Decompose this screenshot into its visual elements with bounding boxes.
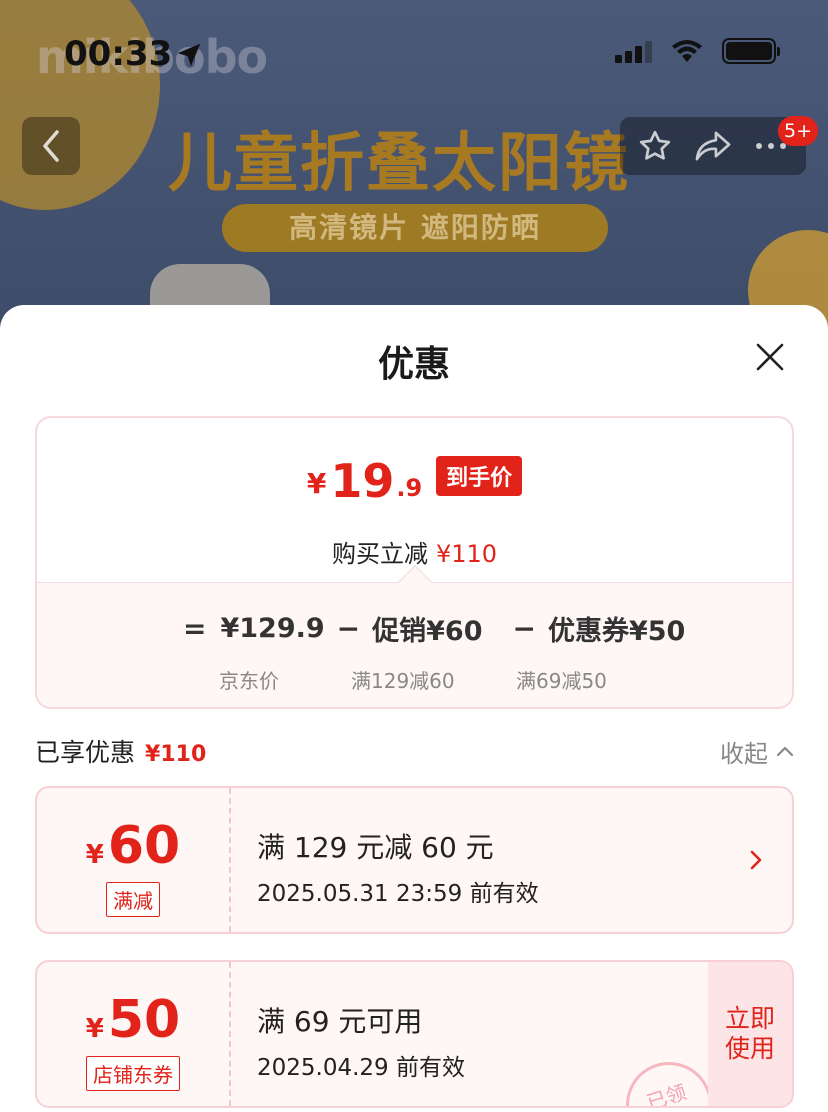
collapse-toggle[interactable]: 收起 <box>720 734 794 769</box>
promo-amount: 促销¥60 <box>372 616 483 647</box>
coupon-rule: 满 129 元减 60 元 <box>257 831 494 864</box>
sheet-title: 优惠 <box>377 344 450 385</box>
notification-badge: 5+ <box>777 116 818 146</box>
chevron-right-icon[interactable] <box>746 848 766 872</box>
discount-sheet: 优惠 ¥ 19 .9 到手价 购买立减 ¥110 = ¥129.9 − 促销¥60… <box>0 305 828 1112</box>
favorite-button[interactable] <box>633 124 677 168</box>
price-formula: = ¥129.9 − 促销¥60 − 优惠券¥50 <box>37 609 792 648</box>
saving-amount: ¥110 <box>435 540 498 568</box>
coupon-amount: 优惠券¥50 <box>547 616 686 647</box>
use-now-label: 立即使用 <box>724 1004 775 1063</box>
cellular-signal-icon <box>615 39 652 63</box>
equals-sign: = <box>183 612 207 645</box>
coupon-value-number: 60 <box>107 816 181 876</box>
base-price-label: 京东价 <box>219 669 279 693</box>
enjoyed-discount: 已享优惠 ¥110 <box>35 733 206 769</box>
wifi-icon <box>672 40 702 62</box>
final-price-section: ¥ 19 .9 到手价 购买立减 ¥110 <box>37 418 792 582</box>
coupon-type-badge: 店铺东券 <box>86 1056 180 1091</box>
coupon-amount: ¥50 <box>37 990 229 1050</box>
price-breakdown: = ¥129.9 − 促销¥60 − 优惠券¥50 京东价 满129减60 满6… <box>37 582 792 707</box>
minus-sign: − <box>512 612 536 645</box>
coupon-value-number: 50 <box>107 990 181 1050</box>
saving-label: 购买立减 <box>331 540 428 568</box>
coupon-value: ¥50 店铺东券 <box>37 962 231 1106</box>
share-icon <box>695 131 731 161</box>
location-arrow-icon <box>177 43 201 67</box>
back-button[interactable] <box>22 117 80 175</box>
share-button[interactable] <box>691 124 735 168</box>
final-price: ¥ 19 .9 到手价 <box>37 456 792 506</box>
coupon-type-badge: 满减 <box>106 882 160 917</box>
chevron-up-icon <box>776 746 794 757</box>
coupon-value: ¥60 满减 <box>37 788 231 932</box>
coupon-validity: 2025.05.31 23:59 前有效 <box>257 881 539 907</box>
banner-tagline: 高清镜片 遮阳防晒 <box>222 204 608 252</box>
coupon-card[interactable]: ¥60 满减 满 129 元减 60 元 2025.05.31 23:59 前有… <box>35 786 794 934</box>
currency-symbol: ¥ <box>85 840 104 870</box>
coupon-card: ¥50 店铺东券 满 69 元可用 2025.04.29 前有效 已领 立即使用 <box>35 960 794 1108</box>
close-icon[interactable] <box>754 341 786 373</box>
currency-symbol: ¥ <box>85 1014 104 1044</box>
coupon-validity: 2025.04.29 前有效 <box>257 1055 465 1081</box>
banner-title: 儿童折叠太阳镜 <box>168 127 630 201</box>
claimed-stamp: 已领 <box>614 1050 724 1106</box>
enjoyed-label: 已享优惠 <box>35 738 136 767</box>
promo-rule-label: 满129减60 <box>351 669 455 693</box>
chevron-left-icon <box>43 130 59 162</box>
price-summary-card: ¥ 19 .9 到手价 购买立减 ¥110 = ¥129.9 − 促销¥60 − … <box>35 416 794 709</box>
enjoyed-discount-row: 已享优惠 ¥110 收起 <box>35 733 794 769</box>
final-price-tag: 到手价 <box>436 456 523 496</box>
currency-symbol: ¥ <box>306 467 327 500</box>
enjoyed-amount: ¥110 <box>145 742 207 767</box>
battery-icon <box>722 38 780 64</box>
status-icons <box>615 38 780 64</box>
coupon-amount: ¥60 <box>37 816 229 876</box>
coupon-rule: 满 69 元可用 <box>257 1005 423 1038</box>
star-icon <box>639 130 671 160</box>
coupon-rule-label: 满69减50 <box>516 669 607 693</box>
price-decimal: .9 <box>396 474 423 502</box>
minus-sign: − <box>336 612 361 645</box>
use-now-button[interactable]: 立即使用 <box>708 962 792 1106</box>
base-price: ¥129.9 <box>220 613 325 644</box>
collapse-label: 收起 <box>720 739 768 768</box>
status-time: 00:33 <box>64 34 173 74</box>
price-integer: 19 <box>330 454 395 508</box>
